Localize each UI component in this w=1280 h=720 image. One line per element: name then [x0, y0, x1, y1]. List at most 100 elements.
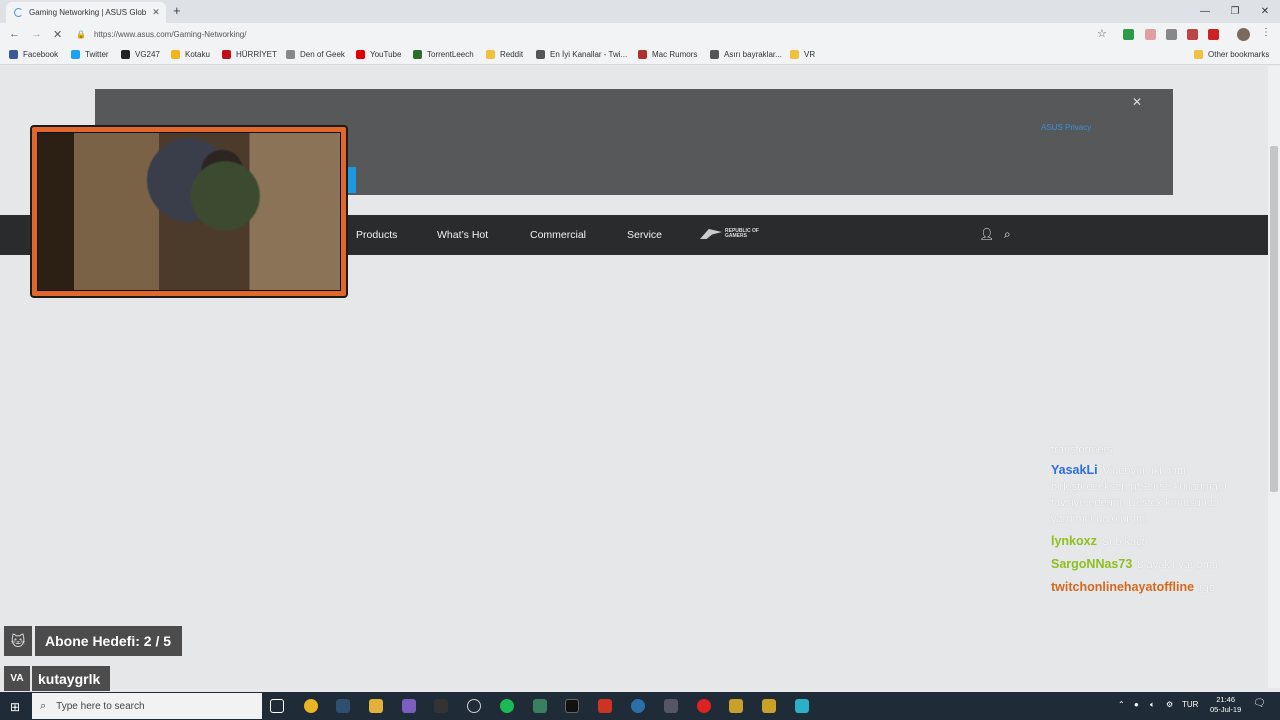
bookmark-item[interactable]: YouTube — [356, 50, 401, 59]
bookmark-favicon-icon — [790, 50, 799, 59]
social-handle-text: kutaygrlk — [32, 666, 111, 691]
windows-start-icon[interactable]: ⊞ — [10, 700, 20, 714]
folder-icon — [1194, 50, 1203, 59]
chat-message: SargoNNas73 8 ayaklı var omu — [1051, 556, 1251, 573]
app-icon[interactable] — [795, 699, 809, 713]
close-icon[interactable]: ✕ — [1132, 95, 1142, 109]
bookmark-item[interactable]: Reddit — [486, 50, 523, 59]
app-icon[interactable] — [762, 699, 776, 713]
bookmark-item[interactable]: HÜRRİYET — [222, 50, 277, 59]
file-explorer-icon[interactable] — [369, 699, 383, 713]
clock-date: 05-Jul-19 — [1210, 705, 1242, 714]
extension-icon[interactable] — [1145, 29, 1156, 40]
asus-privacy-link[interactable]: ASUS Privacy — [1041, 123, 1091, 132]
bookmark-item[interactable]: Twitter — [71, 50, 109, 59]
epic-games-icon[interactable] — [434, 699, 448, 713]
profile-avatar-icon[interactable] — [1237, 28, 1250, 41]
nav-products[interactable]: Products — [356, 229, 397, 241]
app-icon[interactable] — [729, 699, 743, 713]
tab-strip: Gaming Networking | ASUS Glob ✕ + — ❐ ✕ — [0, 0, 1280, 23]
app-icon[interactable] — [533, 699, 547, 713]
chat-message: YasakLi Videoyun iki hattı birleştireceks… — [1051, 462, 1251, 527]
chat-username: lynkoxz — [1051, 534, 1097, 548]
bookmark-item[interactable]: TorrentLeech — [413, 50, 474, 59]
tray-app-icon[interactable]: ● — [1134, 700, 1139, 709]
user-icon[interactable]: 👤︎ — [979, 227, 994, 241]
extension-icon[interactable] — [1187, 29, 1198, 40]
steam-icon[interactable] — [336, 699, 350, 713]
address-bar[interactable]: 🔒 https://www.asus.com/Gaming-Networking… — [76, 26, 1116, 43]
back-arrow-icon[interactable]: ← — [9, 28, 20, 40]
windows-taskbar: ⊞ ⌕ Type here to search ⌃ ● 🔈︎ ⚙︎ TUR 21… — [0, 692, 1280, 720]
bookmark-label: Reddit — [500, 50, 524, 59]
bookmark-label: Mac Rumors — [652, 50, 698, 59]
extension-icon[interactable] — [1166, 29, 1177, 40]
nav-service[interactable]: Service — [627, 229, 662, 241]
taskbar-clock[interactable]: 21:46 05-Jul-19 — [1210, 695, 1241, 715]
forward-arrow-icon[interactable]: → — [31, 28, 42, 40]
stream-chat: transformers YasakLi Videoyun iki hattı b… — [1051, 444, 1251, 602]
bookmark-label: Den of Geek — [300, 50, 345, 59]
page-scrollbar[interactable] — [1268, 66, 1280, 688]
opera-icon[interactable] — [697, 699, 711, 713]
4k-downloader-icon[interactable] — [631, 699, 645, 713]
scrollbar-thumb[interactable] — [1270, 146, 1278, 492]
social-handle-widget: VA kutaygrlk — [4, 666, 111, 691]
lock-icon: 🔒 — [76, 30, 86, 39]
obs-icon[interactable] — [565, 699, 579, 713]
accept-button[interactable] — [347, 167, 356, 193]
nav-whats-hot[interactable]: What’s Hot — [437, 229, 488, 241]
rog-logo[interactable]: REPUBLIC OF GAMERS — [700, 229, 761, 239]
bookmark-favicon-icon — [121, 50, 130, 59]
bookmark-item[interactable]: Mac Rumors — [638, 50, 697, 59]
discord-icon[interactable] — [402, 699, 416, 713]
restore-icon[interactable]: ❐ — [1220, 0, 1250, 22]
rog-eye-icon — [700, 229, 722, 239]
browser-tab[interactable]: Gaming Networking | ASUS Glob ✕ — [6, 2, 166, 23]
va-logo-icon: VA — [4, 666, 30, 691]
chat-username: SargoNNas73 — [1051, 557, 1133, 571]
network-icon[interactable]: ⚙︎ — [1166, 700, 1173, 709]
bookmark-favicon-icon — [9, 50, 18, 59]
task-view-icon[interactable] — [270, 699, 284, 713]
tab-close-icon[interactable]: ✕ — [150, 7, 162, 18]
video-editor-icon[interactable] — [598, 699, 612, 713]
spotify-icon[interactable] — [500, 699, 514, 713]
nav-commercial[interactable]: Commercial — [530, 229, 586, 241]
bookmark-item[interactable]: Den of Geek — [286, 50, 345, 59]
bookmark-item[interactable]: En İyi Kanallar - Twi... — [536, 50, 627, 59]
extension-icon[interactable] — [1208, 29, 1219, 40]
bookmark-item[interactable]: Facebook — [9, 50, 58, 59]
extension-icon[interactable] — [1123, 29, 1134, 40]
bookmark-item[interactable]: VR — [790, 50, 815, 59]
other-bookmarks[interactable]: Other bookmarks — [1194, 50, 1269, 59]
bookmark-label: Asırı bayraklar... — [724, 50, 782, 59]
volume-icon[interactable]: 🔈︎ — [1150, 700, 1155, 710]
search-icon[interactable]: ⌕ — [1004, 227, 1011, 242]
bookmark-favicon-icon — [171, 50, 180, 59]
window-close-icon[interactable]: ✕ — [1250, 0, 1280, 22]
rog-logo-text: REPUBLIC OF GAMERS — [725, 228, 759, 239]
bookmark-favicon-icon — [222, 50, 231, 59]
bookmark-label: YouTube — [370, 50, 402, 59]
minimize-icon[interactable]: — — [1190, 0, 1220, 22]
new-tab-button[interactable]: + — [173, 3, 181, 18]
webcam-overlay — [30, 125, 348, 298]
loading-spinner-icon — [14, 8, 23, 17]
stop-icon[interactable]: ✕ — [53, 28, 62, 41]
bookmark-star-icon[interactable]: ☆ — [1097, 27, 1107, 40]
app-icon[interactable] — [664, 699, 678, 713]
chrome-icon[interactable] — [304, 699, 318, 713]
bookmark-item[interactable]: Kotaku — [171, 50, 210, 59]
bookmark-item[interactable]: VG247 — [121, 50, 160, 59]
tray-chevron-icon[interactable]: ⌃ — [1118, 700, 1125, 709]
taskbar-search[interactable]: ⌕ Type here to search — [32, 693, 262, 719]
sub-goal-widget: 🐱︎ Abone Hedefi: 2 / 5 — [4, 626, 183, 656]
menu-dots-icon[interactable]: ⋮ — [1261, 27, 1271, 38]
language-indicator[interactable]: TUR — [1182, 700, 1198, 709]
app-icon[interactable] — [467, 699, 481, 713]
window-controls: — ❐ ✕ — [1190, 0, 1280, 22]
bookmark-favicon-icon — [486, 50, 495, 59]
bookmark-item[interactable]: Asırı bayraklar... — [710, 50, 782, 59]
notifications-icon[interactable]: 🗨︎ — [1253, 698, 1266, 709]
